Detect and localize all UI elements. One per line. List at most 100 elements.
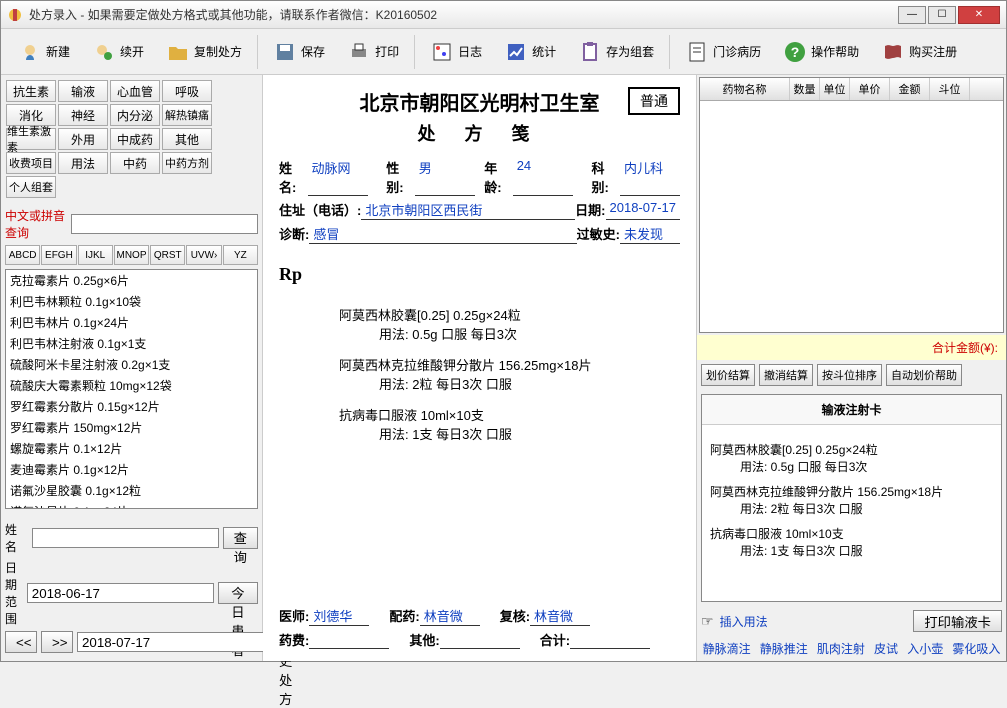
route-link[interactable]: 静脉滴注 (703, 640, 751, 657)
category-button[interactable]: 输液 (58, 80, 108, 102)
drug-item[interactable]: 麦迪霉素片 0.1g×12片 (6, 459, 257, 480)
card-item: 阿莫西林胶囊[0.25] 0.25g×24粒用法: 0.5g 口服 每日3次 (710, 441, 993, 475)
category-button[interactable]: 呼吸 (162, 80, 212, 102)
save-set-button[interactable]: 存为组套 (569, 35, 663, 69)
name-input[interactable] (32, 528, 219, 548)
category-button[interactable]: 心血管 (110, 80, 160, 102)
log-button[interactable]: 日志 (421, 35, 491, 69)
patient-sex: 男 (415, 158, 475, 196)
print-button[interactable]: 打印 (338, 35, 408, 69)
copy-rx-button[interactable]: 复制处方 (157, 35, 251, 69)
drug-item[interactable]: 利巴韦林片 0.1g×24片 (6, 312, 257, 333)
right-panel: 药物名称数量单位单价金额斗位 合计金额(¥): 划价结算撤消结算按斗位排序自动划… (696, 75, 1006, 661)
prev-button[interactable]: << (5, 631, 37, 653)
route-link[interactable]: 皮试 (874, 640, 898, 657)
action-button[interactable]: 划价结算 (701, 364, 755, 386)
card-item: 阿莫西林克拉维酸钾分散片 156.25mg×18片用法: 2粒 每日3次 口服 (710, 483, 993, 517)
table-header: 金额 (890, 78, 930, 100)
save-button[interactable]: 保存 (264, 35, 334, 69)
alpha-button[interactable]: YZ (223, 245, 258, 265)
category-button[interactable]: 外用 (58, 128, 108, 150)
category-button[interactable]: 其他 (162, 128, 212, 150)
drug-list[interactable]: 克拉霉素片 0.25g×6片利巴韦林颗粒 0.1g×10袋利巴韦林片 0.1g×… (5, 269, 258, 509)
folder-icon (166, 40, 190, 64)
route-link[interactable]: 静脉推注 (760, 640, 808, 657)
stats-button[interactable]: 统计 (495, 35, 565, 69)
category-button[interactable]: 个人组套 (6, 176, 56, 198)
buy-button[interactable]: 购买注册 (872, 35, 966, 69)
drug-item[interactable]: 利巴韦林颗粒 0.1g×10袋 (6, 291, 257, 312)
help-icon: ? (783, 40, 807, 64)
drug-item[interactable]: 诺氟沙星胶囊 0.1g×12粒 (6, 480, 257, 501)
search-input[interactable] (71, 214, 258, 234)
category-button[interactable]: 解热镇痛 (162, 104, 212, 126)
print-icon (347, 40, 371, 64)
table-header: 单位 (820, 78, 850, 100)
drug-item[interactable]: 罗红霉素分散片 0.15g×12片 (6, 396, 257, 417)
drug-item[interactable]: 硫酸庆大霉素颗粒 10mg×12袋 (6, 375, 257, 396)
drug-item[interactable]: 硫酸阿米卡星注射液 0.2g×1支 (6, 354, 257, 375)
category-button[interactable]: 用法 (58, 152, 108, 174)
diagnosis: 感冒 (309, 224, 369, 244)
category-button[interactable]: 内分泌 (110, 104, 160, 126)
category-grid: 抗生素输液心血管呼吸消化神经内分泌解热镇痛维生素激素外用中成药其他收费项目用法中… (1, 75, 262, 203)
print-card-button[interactable]: 打印输液卡 (913, 610, 1002, 632)
table-header: 药物名称 (700, 78, 790, 100)
today-button[interactable]: 今日患者 (218, 582, 258, 604)
route-link[interactable]: 雾化吸入 (952, 640, 1000, 657)
date-from-input[interactable] (27, 583, 214, 603)
outpatient-button[interactable]: 门诊病历 (676, 35, 770, 69)
action-button[interactable]: 自动划价帮助 (886, 364, 962, 386)
route-link[interactable]: 肌肉注射 (817, 640, 865, 657)
drug-item[interactable]: 螺旋霉素片 0.1×12片 (6, 438, 257, 459)
alpha-button[interactable]: IJKL (78, 245, 113, 265)
infusion-card: 输液注射卡 阿莫西林胶囊[0.25] 0.25g×24粒用法: 0.5g 口服 … (701, 394, 1002, 602)
toolbar: 新建 续开 复制处方 保存 打印 日志 统计 存为组套 门诊病历 ?操作帮助 购… (1, 29, 1006, 75)
insert-usage-link[interactable]: 插入用法 (720, 613, 768, 630)
category-button[interactable]: 中药 (110, 152, 160, 174)
alpha-button[interactable]: QRST (150, 245, 185, 265)
minimize-button[interactable]: — (898, 6, 926, 24)
rx-body: 阿莫西林胶囊[0.25] 0.25g×24粒用法: 0.5g 口服 每日3次阿莫… (279, 293, 680, 598)
route-link[interactable]: 入小壶 (907, 640, 943, 657)
category-button[interactable]: 抗生素 (6, 80, 56, 102)
daterange-label: 日期范围 (5, 559, 23, 627)
category-button[interactable]: 收费项目 (6, 152, 56, 174)
alpha-button[interactable]: EFGH (41, 245, 76, 265)
date-to-input[interactable] (77, 632, 264, 652)
card-title: 输液注射卡 (702, 395, 1001, 425)
drug-item[interactable]: 克拉霉素片 0.25g×6片 (6, 270, 257, 291)
close-button[interactable]: ✕ (958, 6, 1000, 24)
help-button[interactable]: ?操作帮助 (774, 35, 868, 69)
search-label: 中文或拼音查询 (5, 207, 69, 241)
hospital-name: 北京市朝阳区光明村卫生室 (360, 87, 600, 116)
drug-item[interactable]: 利巴韦林注射液 0.1g×1支 (6, 333, 257, 354)
svg-text:?: ? (791, 44, 800, 60)
alpha-button[interactable]: ABCD (5, 245, 40, 265)
hand-icon: ☞ (701, 613, 714, 630)
category-button[interactable]: 神经 (58, 104, 108, 126)
table-header: 斗位 (930, 78, 970, 100)
category-button[interactable]: 中成药 (110, 128, 160, 150)
alpha-button[interactable]: MNOP (114, 245, 149, 265)
alpha-button[interactable]: UVW› (186, 245, 221, 265)
action-button[interactable]: 撤消结算 (759, 364, 813, 386)
continue-button[interactable]: 续开 (83, 35, 153, 69)
new-button[interactable]: 新建 (9, 35, 79, 69)
drug-item[interactable]: 诺氟沙星片 0.1g×24片 (6, 501, 257, 509)
save-icon (273, 40, 297, 64)
card-item: 抗病毒口服液 10ml×10支用法: 1支 每日3次 口服 (710, 525, 993, 559)
action-button[interactable]: 按斗位排序 (817, 364, 882, 386)
query-button[interactable]: 查 询 (223, 527, 258, 549)
drug-item[interactable]: 罗红霉素片 150mg×12片 (6, 417, 257, 438)
rx-item: 阿莫西林克拉维酸钾分散片 156.25mg×18片用法: 2粒 每日3次 口服 (339, 355, 680, 393)
next-button[interactable]: >> (41, 631, 73, 653)
category-button[interactable]: 维生素激素 (6, 128, 56, 150)
maximize-button[interactable]: ☐ (928, 6, 956, 24)
new-icon (18, 40, 42, 64)
patient-age: 24 (513, 158, 573, 196)
book-icon (881, 40, 905, 64)
total-row: 合计金额(¥): (697, 335, 1006, 360)
category-button[interactable]: 中药方剂 (162, 152, 212, 174)
alpha-row: ABCDEFGHIJKLMNOPQRSTUVW›YZ (1, 245, 262, 265)
